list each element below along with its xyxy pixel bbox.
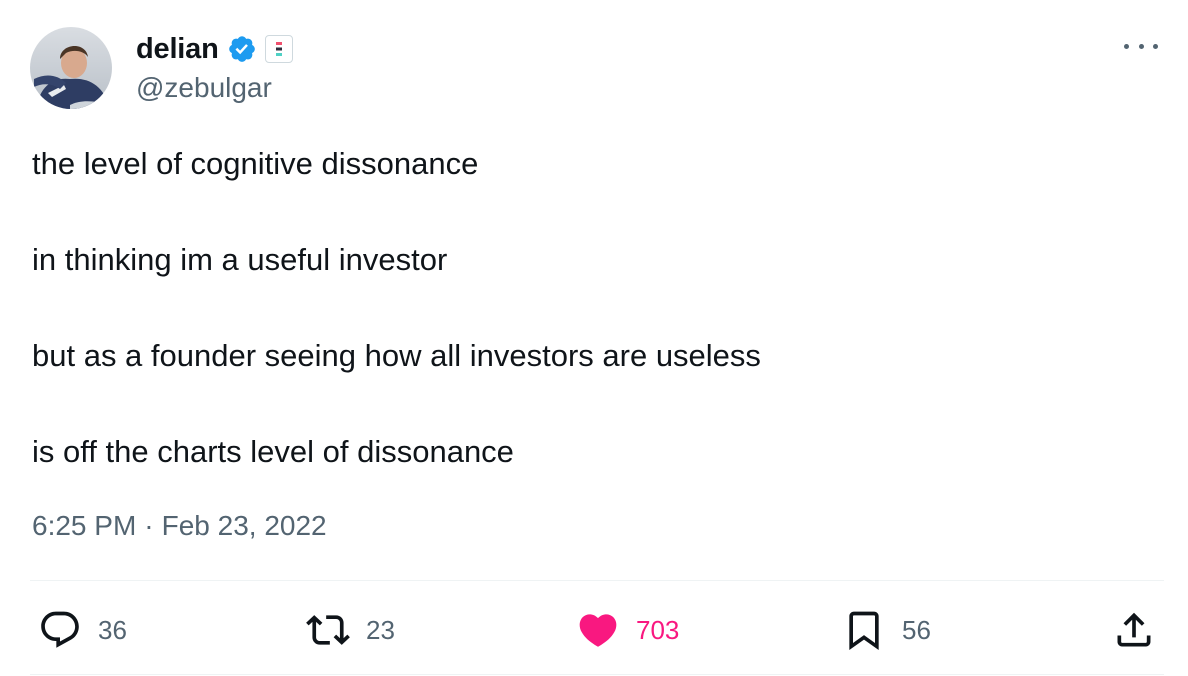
tweet-paragraph: but as a founder seeing how all investor… (32, 338, 761, 373)
heart-icon (579, 614, 617, 647)
tweet-text: the level of cognitive dissonance in thi… (32, 140, 1152, 476)
tweet-paragraph: is off the charts level of dissonance (32, 434, 514, 469)
avatar-image (30, 27, 112, 109)
more-options-icon[interactable] (1124, 36, 1158, 56)
user-handle[interactable]: @zebulgar (136, 72, 272, 104)
tweet-date[interactable]: Feb 23, 2022 (162, 510, 327, 542)
divider (30, 674, 1164, 675)
reply-button[interactable]: 36 (38, 600, 127, 660)
action-bar: 36 23 703 56 (30, 600, 1164, 660)
tweet-paragraph: in thinking im a useful investor (32, 242, 448, 277)
retweet-button[interactable]: 23 (306, 600, 395, 660)
share-button[interactable] (1112, 600, 1156, 660)
tweet-time[interactable]: 6:25 PM (32, 510, 136, 542)
tweet-card: delian @zebulgar the level of cognitive … (0, 0, 1188, 676)
retweet-count: 23 (366, 614, 395, 645)
retweet-icon (306, 615, 350, 645)
affiliate-badge-icon[interactable] (264, 35, 293, 63)
bookmark-icon (849, 611, 879, 651)
timestamp-separator: · (144, 510, 154, 541)
divider (30, 580, 1164, 581)
tweet-timestamp: 6:25 PM · Feb 23, 2022 (32, 510, 327, 542)
name-row: delian (136, 30, 293, 68)
reply-icon (41, 611, 79, 648)
verified-badge-icon[interactable] (227, 34, 257, 64)
display-name[interactable]: delian (136, 33, 219, 66)
bookmark-button[interactable]: 56 (842, 600, 931, 660)
bookmark-count: 56 (902, 614, 931, 645)
like-button[interactable]: 703 (576, 600, 679, 660)
reply-count: 36 (98, 614, 127, 645)
like-count: 703 (636, 614, 680, 645)
avatar[interactable] (30, 27, 112, 109)
tweet-paragraph: the level of cognitive dissonance (32, 146, 479, 181)
share-icon (1117, 612, 1151, 647)
